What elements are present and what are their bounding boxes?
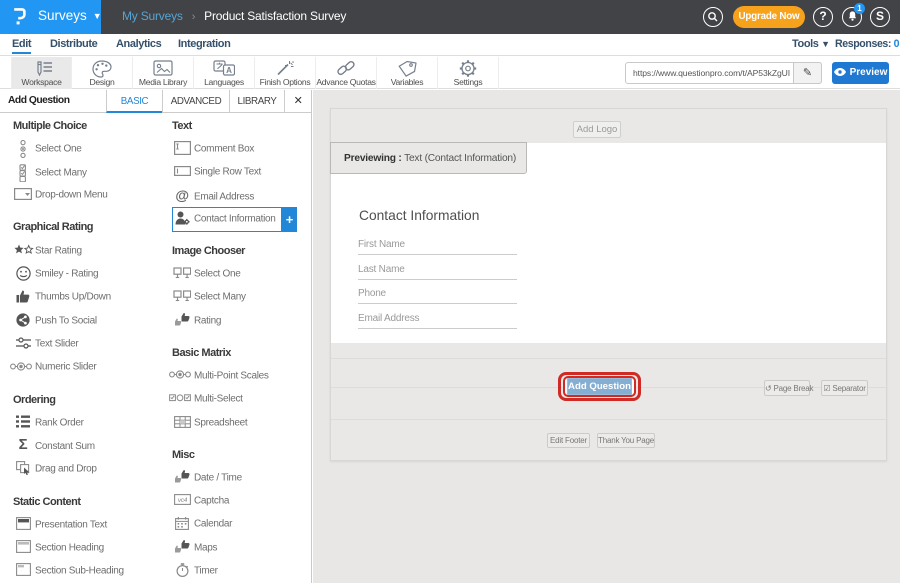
svg-text:vc4: vc4 xyxy=(177,497,187,504)
svg-text:A: A xyxy=(226,66,232,75)
